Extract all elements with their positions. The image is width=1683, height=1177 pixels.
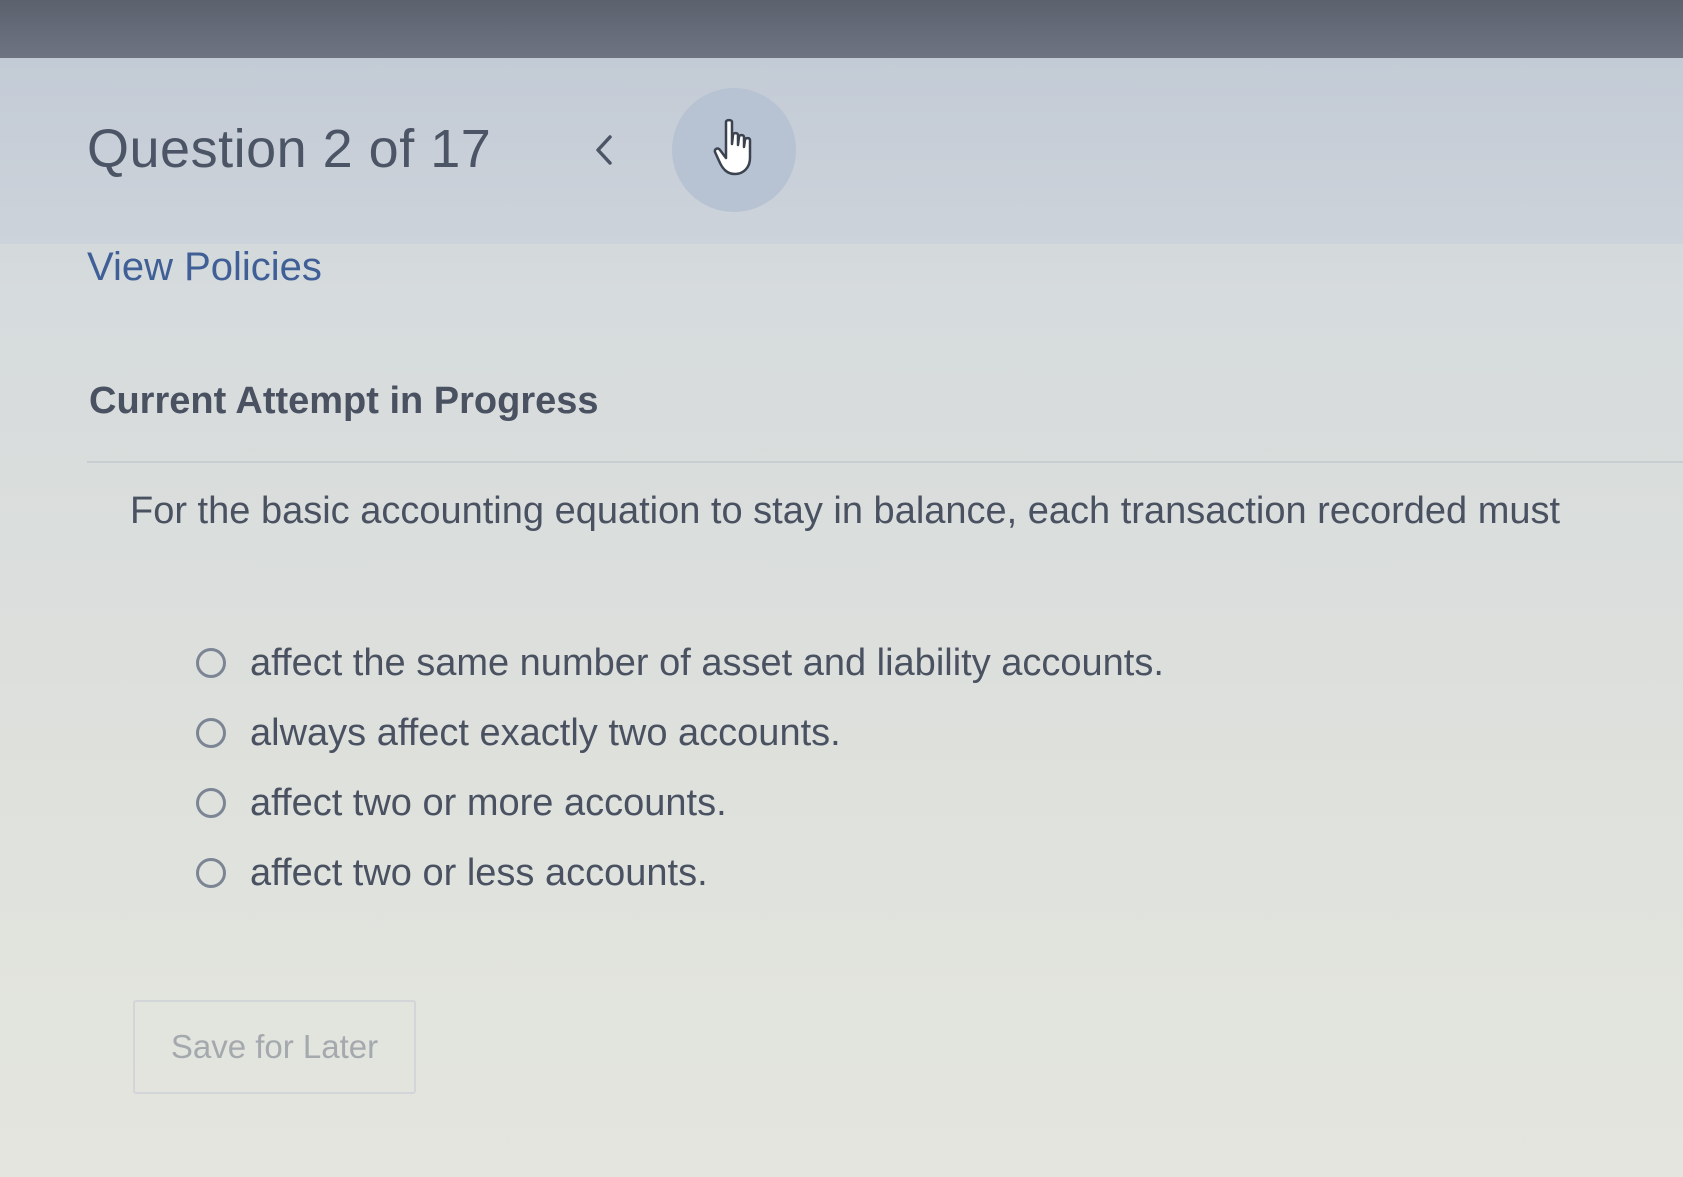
save-for-later-button[interactable]: Save for Later: [133, 1000, 416, 1094]
answer-options: affect the same number of asset and liab…: [196, 628, 1164, 908]
radio-button[interactable]: [196, 648, 226, 678]
question-counter: Question 2 of 17: [87, 119, 492, 179]
answer-label: affect the same number of asset and liab…: [250, 641, 1164, 684]
answer-label: affect two or less accounts.: [250, 851, 708, 894]
attempt-status-heading: Current Attempt in Progress: [89, 380, 599, 422]
answer-label: always affect exactly two accounts.: [250, 711, 841, 754]
radio-button[interactable]: [196, 858, 226, 888]
answer-label: affect two or more accounts.: [250, 781, 727, 824]
answer-option[interactable]: affect two or less accounts.: [196, 838, 1164, 908]
hand-pointer-icon: [712, 118, 756, 183]
radio-button[interactable]: [196, 718, 226, 748]
browser-top-bar: [0, 0, 1683, 58]
radio-button[interactable]: [196, 788, 226, 818]
section-divider: [87, 461, 1683, 463]
previous-question-button[interactable]: [584, 126, 624, 178]
question-prompt: For the basic accounting equation to sta…: [130, 490, 1561, 532]
answer-option[interactable]: affect the same number of asset and liab…: [196, 628, 1164, 698]
cursor-highlight: [672, 88, 796, 212]
chevron-left-icon: [592, 132, 616, 173]
answer-option[interactable]: always affect exactly two accounts.: [196, 698, 1164, 768]
view-policies-link[interactable]: View Policies: [87, 245, 322, 290]
answer-option[interactable]: affect two or more accounts.: [196, 768, 1164, 838]
